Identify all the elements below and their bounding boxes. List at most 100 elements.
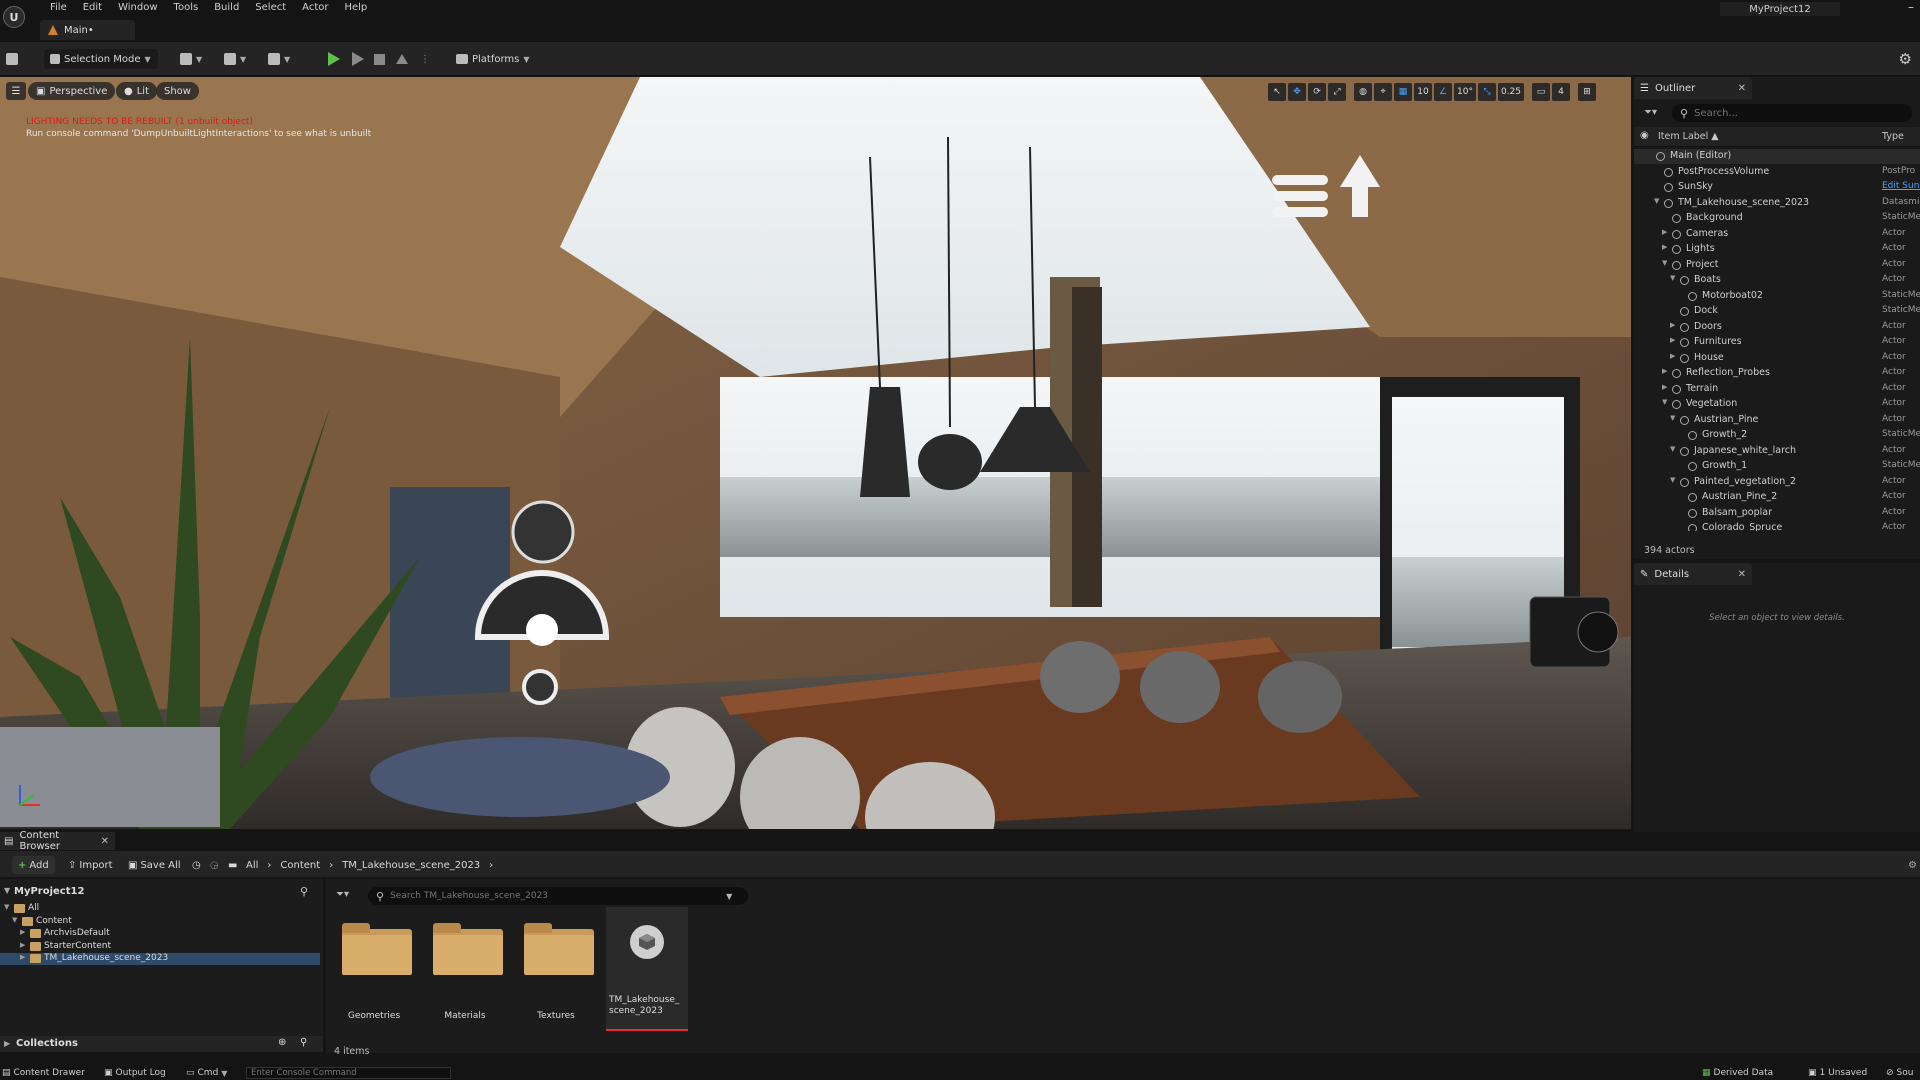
rotate-tool-icon[interactable]: ⟳: [1308, 83, 1326, 101]
content-drawer-button[interactable]: ▤ Content Drawer: [2, 1067, 85, 1079]
select-tool-icon[interactable]: ↖: [1268, 83, 1286, 101]
outliner-row[interactable]: Main (Editor): [1634, 149, 1920, 164]
folder-tree-item[interactable]: ▼ Content: [0, 916, 320, 928]
layout-icon[interactable]: ⊞: [1578, 83, 1596, 101]
history-back-button[interactable]: ◷: [192, 856, 201, 874]
type-column[interactable]: Type: [1882, 131, 1904, 142]
selection-mode-dropdown[interactable]: Selection Mode ▼: [44, 49, 158, 69]
save-all-button[interactable]: ▣ Save All: [128, 856, 181, 874]
outliner-item-type[interactable]: Edit Suns: [1882, 181, 1920, 191]
derived-data-button[interactable]: ▦ Derived Data: [1702, 1067, 1773, 1079]
scale-snap-icon[interactable]: ⤡: [1477, 83, 1496, 101]
add-actor-button[interactable]: ▼: [180, 49, 202, 69]
platforms-dropdown[interactable]: Platforms ▼: [456, 49, 530, 69]
outliner-row[interactable]: ▼ Project Actor: [1634, 258, 1920, 273]
console-field[interactable]: [246, 1067, 451, 1079]
close-icon[interactable]: ✕: [101, 836, 109, 847]
chevron-right-icon[interactable]: ▶: [1670, 336, 1675, 344]
chevron-right-icon[interactable]: ▶: [1662, 243, 1667, 251]
menu-file[interactable]: File: [42, 0, 75, 16]
unsaved-button[interactable]: ▣ 1 Unsaved: [1808, 1067, 1867, 1079]
menu-help[interactable]: Help: [336, 0, 375, 16]
outliner-row[interactable]: ▶ Reflection_Probes Actor: [1634, 366, 1920, 381]
content-browser-settings-icon[interactable]: ⚙: [1908, 856, 1917, 874]
close-icon[interactable]: ✕: [1738, 569, 1746, 580]
import-button[interactable]: ⇪ Import: [68, 856, 113, 874]
play-button[interactable]: [328, 49, 340, 69]
content-browser-tab[interactable]: ▤ Content Browser ✕: [0, 830, 115, 852]
outliner-row[interactable]: ▶ Doors Actor: [1634, 320, 1920, 335]
chevron-down-icon[interactable]: ▼: [1662, 259, 1667, 267]
outliner-row[interactable]: PostProcessVolume PostPro: [1634, 165, 1920, 180]
asset-search-input[interactable]: [390, 891, 721, 901]
settings-gear-icon[interactable]: ⚙: [1899, 50, 1912, 68]
outliner-row[interactable]: Growth_2 StaticMe: [1634, 428, 1920, 443]
asset-search[interactable]: ⚲ ▼: [368, 887, 748, 905]
outliner-row[interactable]: SunSky Edit Suns: [1634, 180, 1920, 195]
output-log-button[interactable]: ▣ Output Log: [104, 1067, 166, 1079]
chevron-down-icon[interactable]: ▼: [1670, 274, 1675, 282]
asset-level-lakehouse[interactable]: TM_Lakehouse_ scene_2023: [606, 907, 688, 1031]
scale-snap-value[interactable]: 0.25: [1497, 83, 1524, 101]
outliner-row[interactable]: ▼ Austrian_Pine Actor: [1634, 413, 1920, 428]
close-icon[interactable]: ✕: [1738, 83, 1746, 94]
menu-build[interactable]: Build: [206, 0, 247, 16]
chevron-down-icon[interactable]: ▼: [1654, 197, 1659, 205]
chevron-down-icon[interactable]: ▼: [726, 892, 732, 901]
play-options-button[interactable]: ⋮: [420, 49, 430, 69]
outliner-row[interactable]: Colorado_Spruce Actor: [1634, 521, 1920, 531]
blueprint-button[interactable]: ▼: [224, 49, 246, 69]
eject-button[interactable]: [396, 49, 408, 69]
chevron-right-icon[interactable]: ▶: [1662, 367, 1667, 375]
menu-select[interactable]: Select: [247, 0, 294, 16]
outliner-row[interactable]: ▼ Painted_vegetation_2 Actor: [1634, 475, 1920, 490]
world-space-icon[interactable]: ◍: [1354, 83, 1372, 101]
folder-materials[interactable]: Materials: [424, 915, 506, 1041]
outliner-row[interactable]: Austrian_Pine_2 Actor: [1634, 490, 1920, 505]
breadcrumb-content[interactable]: Content: [280, 860, 320, 871]
minimize-button[interactable]: –: [1908, 0, 1914, 14]
menu-edit[interactable]: Edit: [75, 0, 110, 16]
outliner-row[interactable]: ▼ Vegetation Actor: [1634, 397, 1920, 412]
details-tab[interactable]: ✎ Details ✕: [1634, 563, 1752, 585]
menu-tools[interactable]: Tools: [166, 0, 207, 16]
camera-speed-icon[interactable]: ▭: [1532, 83, 1550, 101]
chevron-right-icon[interactable]: ▶: [1662, 383, 1667, 391]
surface-snap-icon[interactable]: ⌖: [1374, 83, 1392, 101]
camera-speed-value[interactable]: 4: [1552, 83, 1570, 101]
history-forward-button[interactable]: ◶: [210, 856, 219, 874]
stop-button[interactable]: [374, 49, 385, 69]
search-icon[interactable]: ⚲: [300, 885, 308, 898]
menu-actor[interactable]: Actor: [294, 0, 336, 16]
outliner-row[interactable]: Background StaticMe: [1634, 211, 1920, 226]
level-tab[interactable]: Main•: [40, 20, 135, 40]
chevron-right-icon[interactable]: ▶: [20, 953, 25, 961]
show-flags-button[interactable]: Show: [156, 82, 199, 100]
folder-textures[interactable]: Textures: [515, 915, 597, 1041]
save-level-button[interactable]: [6, 49, 18, 69]
menu-window[interactable]: Window: [110, 0, 165, 16]
chevron-down-icon[interactable]: ▼: [1670, 445, 1675, 453]
outliner-tab[interactable]: ☰ Outliner ✕: [1634, 77, 1752, 99]
translate-tool-icon[interactable]: ✥: [1288, 83, 1306, 101]
viewport-options-button[interactable]: ☰: [6, 82, 26, 100]
filter-icon[interactable]: ⏷▾: [336, 889, 349, 900]
outliner-row[interactable]: Motorboat02 StaticMe: [1634, 289, 1920, 304]
outliner-row[interactable]: Growth_1 StaticMe: [1634, 459, 1920, 474]
rotation-snap-value[interactable]: 10°: [1454, 83, 1476, 101]
folder-tree-item[interactable]: ▶ StarterContent: [0, 941, 320, 953]
item-label-column[interactable]: Item Label ▲: [1658, 131, 1719, 142]
chevron-right-icon[interactable]: ▶: [20, 928, 25, 936]
breadcrumb-folder[interactable]: TM_Lakehouse_scene_2023: [342, 860, 480, 871]
outliner-row[interactable]: ▼ Boats Actor: [1634, 273, 1920, 288]
outliner-row[interactable]: ▶ Cameras Actor: [1634, 227, 1920, 242]
outliner-search[interactable]: ⚲: [1672, 104, 1912, 122]
folder-geometries[interactable]: Geometries: [333, 915, 415, 1041]
console-input[interactable]: [246, 1067, 451, 1079]
source-control-button[interactable]: ⊘ Sou: [1886, 1067, 1913, 1079]
chevron-right-icon[interactable]: ▶: [1662, 228, 1667, 236]
level-viewport[interactable]: ☰ ▣ Perspective ● Lit Show LIGHTING NEED…: [0, 77, 1631, 829]
grid-snap-icon[interactable]: ▦: [1394, 83, 1412, 101]
chevron-down-icon[interactable]: ▼: [1670, 414, 1675, 422]
collapse-icon[interactable]: ▼: [4, 886, 10, 895]
